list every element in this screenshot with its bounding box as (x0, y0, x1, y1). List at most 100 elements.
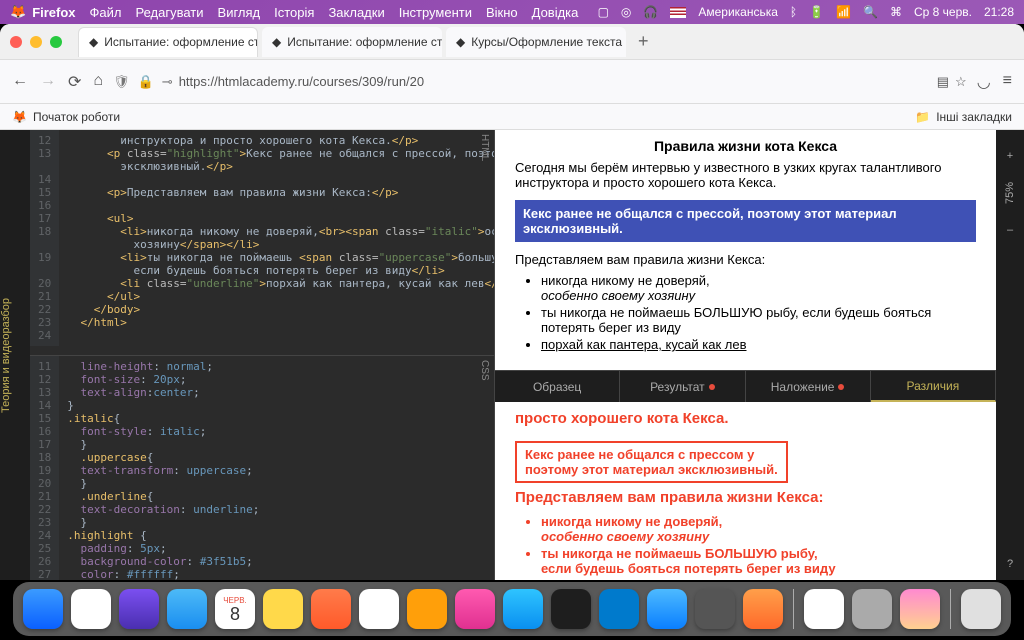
search-icon[interactable]: 🔍 (863, 5, 878, 19)
code-text[interactable]: line-height: normal; font-size: 20px; te… (59, 356, 267, 581)
code-text[interactable]: инструктора и просто хорошего кота Кекса… (59, 130, 494, 346)
bookmark-item[interactable]: Початок роботи (33, 110, 120, 124)
tips-icon[interactable] (407, 589, 447, 629)
browser-toolbar: ← → ⟳ ⌂ 🛡 🔒 ⊸ https://htmlacademy.ru/cou… (0, 60, 1024, 104)
menu-item[interactable]: Файл (90, 5, 122, 20)
code-editor-html[interactable]: HTML 1213 1415161718 19 2021222324 инстр… (30, 130, 494, 355)
minimize-button[interactable] (30, 36, 42, 48)
browser-window: ◆ Испытание: оформление статьи × ◆ Испыт… (0, 24, 1024, 580)
new-tab-button[interactable]: + (630, 31, 657, 52)
menu-item[interactable]: Інструменти (399, 5, 472, 20)
menubar-time[interactable]: 21:28 (984, 5, 1014, 19)
calendar-icon[interactable]: ЧЕРВ. 8 (215, 589, 255, 629)
home-button[interactable]: ⌂ (93, 72, 103, 92)
sidebar-theory[interactable]: Теория и видеоразбор (0, 130, 30, 580)
reader-icon[interactable]: ▤ (937, 74, 949, 90)
appstore-icon[interactable] (503, 589, 543, 629)
code-editor-css[interactable]: CSS 111213141516171819202122232425262728… (30, 355, 494, 581)
close-button[interactable] (10, 36, 22, 48)
notes-icon[interactable] (263, 589, 303, 629)
menu-item[interactable]: Вікно (486, 5, 518, 20)
compare-tabs: Образец Результат Наложение Различия (495, 370, 996, 402)
tab-diff[interactable]: Различия (871, 371, 996, 402)
list-item: порхай как пантера, кусай как лев (541, 337, 976, 352)
wifi-icon[interactable]: 📶 (836, 5, 851, 19)
menubar-date[interactable]: Ср 8 черв. (914, 5, 972, 19)
firefox-icon: 🦊 (12, 110, 27, 124)
bookmarks-bar: 🦊 Початок роботи 📁 Інші закладки (0, 104, 1024, 130)
sidebar-zoom: + 75% – ? (996, 130, 1024, 580)
vscode-icon[interactable] (599, 589, 639, 629)
code-pane: HTML 1213 1415161718 19 2021222324 инстр… (30, 130, 494, 580)
pocket-icon[interactable]: ◡ (977, 72, 991, 92)
shield-icon[interactable]: 🛡 (113, 74, 130, 90)
tab-overlay[interactable]: Наложение (746, 371, 871, 402)
firefox-icon: 🦊 (10, 4, 26, 20)
safari-icon[interactable] (167, 589, 207, 629)
back-button[interactable]: ← (12, 72, 28, 92)
diff-line: просто хорошего кота Кекса. (515, 410, 976, 427)
zoom-in-button[interactable]: + (1007, 150, 1013, 162)
ibooks-icon[interactable] (311, 589, 351, 629)
code-label-css: CSS (479, 360, 490, 381)
tab-favicon: ◆ (456, 35, 465, 49)
firefox-dock-icon[interactable] (743, 589, 783, 629)
line-numbers: 1213 1415161718 19 2021222324 (30, 130, 59, 346)
browser-tab[interactable]: ◆ Испытание: оформление стат × (262, 27, 442, 57)
screencast-icon[interactable]: ▢ (598, 5, 609, 19)
music-icon[interactable] (455, 589, 495, 629)
figma-icon[interactable] (551, 589, 591, 629)
forward-button[interactable]: → (40, 72, 56, 92)
trash-icon[interactable] (961, 589, 1001, 629)
folder-icon: 📁 (915, 110, 930, 124)
lock-icon: 🔒 (138, 74, 154, 90)
preview-intro: Сегодня мы берём интервью у известного в… (515, 160, 976, 190)
preview-output: Правила жизни кота Кекса Сегодня мы берё… (495, 130, 996, 370)
bluetooth-icon[interactable]: ᛒ (790, 5, 797, 19)
diff-view: просто хорошего кота Кекса. Кекс ранее н… (495, 402, 996, 580)
activity-icon[interactable] (852, 589, 892, 629)
browser-tab[interactable]: ◆ Испытание: оформление статьи × (78, 27, 258, 57)
settings-icon[interactable] (695, 589, 735, 629)
input-lang[interactable]: Американська (698, 5, 778, 19)
permissions-icon[interactable]: ⊸ (162, 74, 173, 90)
cleanmymac-icon[interactable] (900, 589, 940, 629)
launchpad-icon[interactable] (71, 589, 111, 629)
browser-tab[interactable]: ◆ Курсы/Оформление текста · П × (446, 27, 626, 57)
shazam-icon[interactable]: ◎ (621, 5, 631, 19)
tab-title: Испытание: оформление стат (287, 35, 442, 49)
bookmark-star-icon[interactable]: ☆ (955, 74, 967, 90)
headphones-icon[interactable]: 🎧 (643, 5, 658, 19)
tab-sample[interactable]: Образец (495, 371, 620, 402)
tab-result[interactable]: Результат (620, 371, 745, 402)
refresh-button[interactable]: ⟳ (68, 72, 81, 92)
flag-icon[interactable] (670, 7, 686, 18)
menu-item[interactable]: Закладки (328, 5, 384, 20)
menu-icon[interactable]: ≡ (1003, 72, 1012, 92)
menu-item[interactable]: Історія (274, 5, 314, 20)
address-bar[interactable]: 🛡 🔒 ⊸ https://htmlacademy.ru/courses/309… (113, 74, 967, 90)
cal-day: 8 (230, 605, 240, 623)
bookmark-folder[interactable]: Інші закладки (936, 110, 1012, 124)
finder-icon[interactable] (23, 589, 63, 629)
siri-icon[interactable] (119, 589, 159, 629)
reminders-icon[interactable] (359, 589, 399, 629)
control-center-icon[interactable]: ⌘ (890, 5, 902, 19)
preview-list: никогда никому не доверяй,особенно своем… (541, 273, 976, 352)
battery-icon[interactable]: 🔋 (809, 5, 824, 19)
menubar-app[interactable]: 🦊 Firefox (10, 4, 76, 20)
tab-bar: ◆ Испытание: оформление статьи × ◆ Испыт… (0, 24, 1024, 60)
help-button[interactable]: ? (1007, 558, 1013, 570)
zoom-icon[interactable] (647, 589, 687, 629)
menu-item[interactable]: Довідка (532, 5, 579, 20)
textedit-icon[interactable] (804, 589, 844, 629)
preview-title: Правила жизни кота Кекса (515, 138, 976, 154)
menu-item[interactable]: Редагувати (136, 5, 204, 20)
diff-list: никогда никому не доверяй,особенно своем… (541, 514, 976, 580)
zoom-out-button[interactable]: – (1007, 224, 1013, 236)
diff-line: Представляем вам правила жизни Кекса: (515, 489, 976, 506)
menu-item[interactable]: Вигляд (218, 5, 261, 20)
preview-pane: Правила жизни кота Кекса Сегодня мы берё… (494, 130, 996, 580)
macos-menubar: 🦊 Firefox Файл Редагувати Вигляд Історія… (0, 0, 1024, 24)
maximize-button[interactable] (50, 36, 62, 48)
